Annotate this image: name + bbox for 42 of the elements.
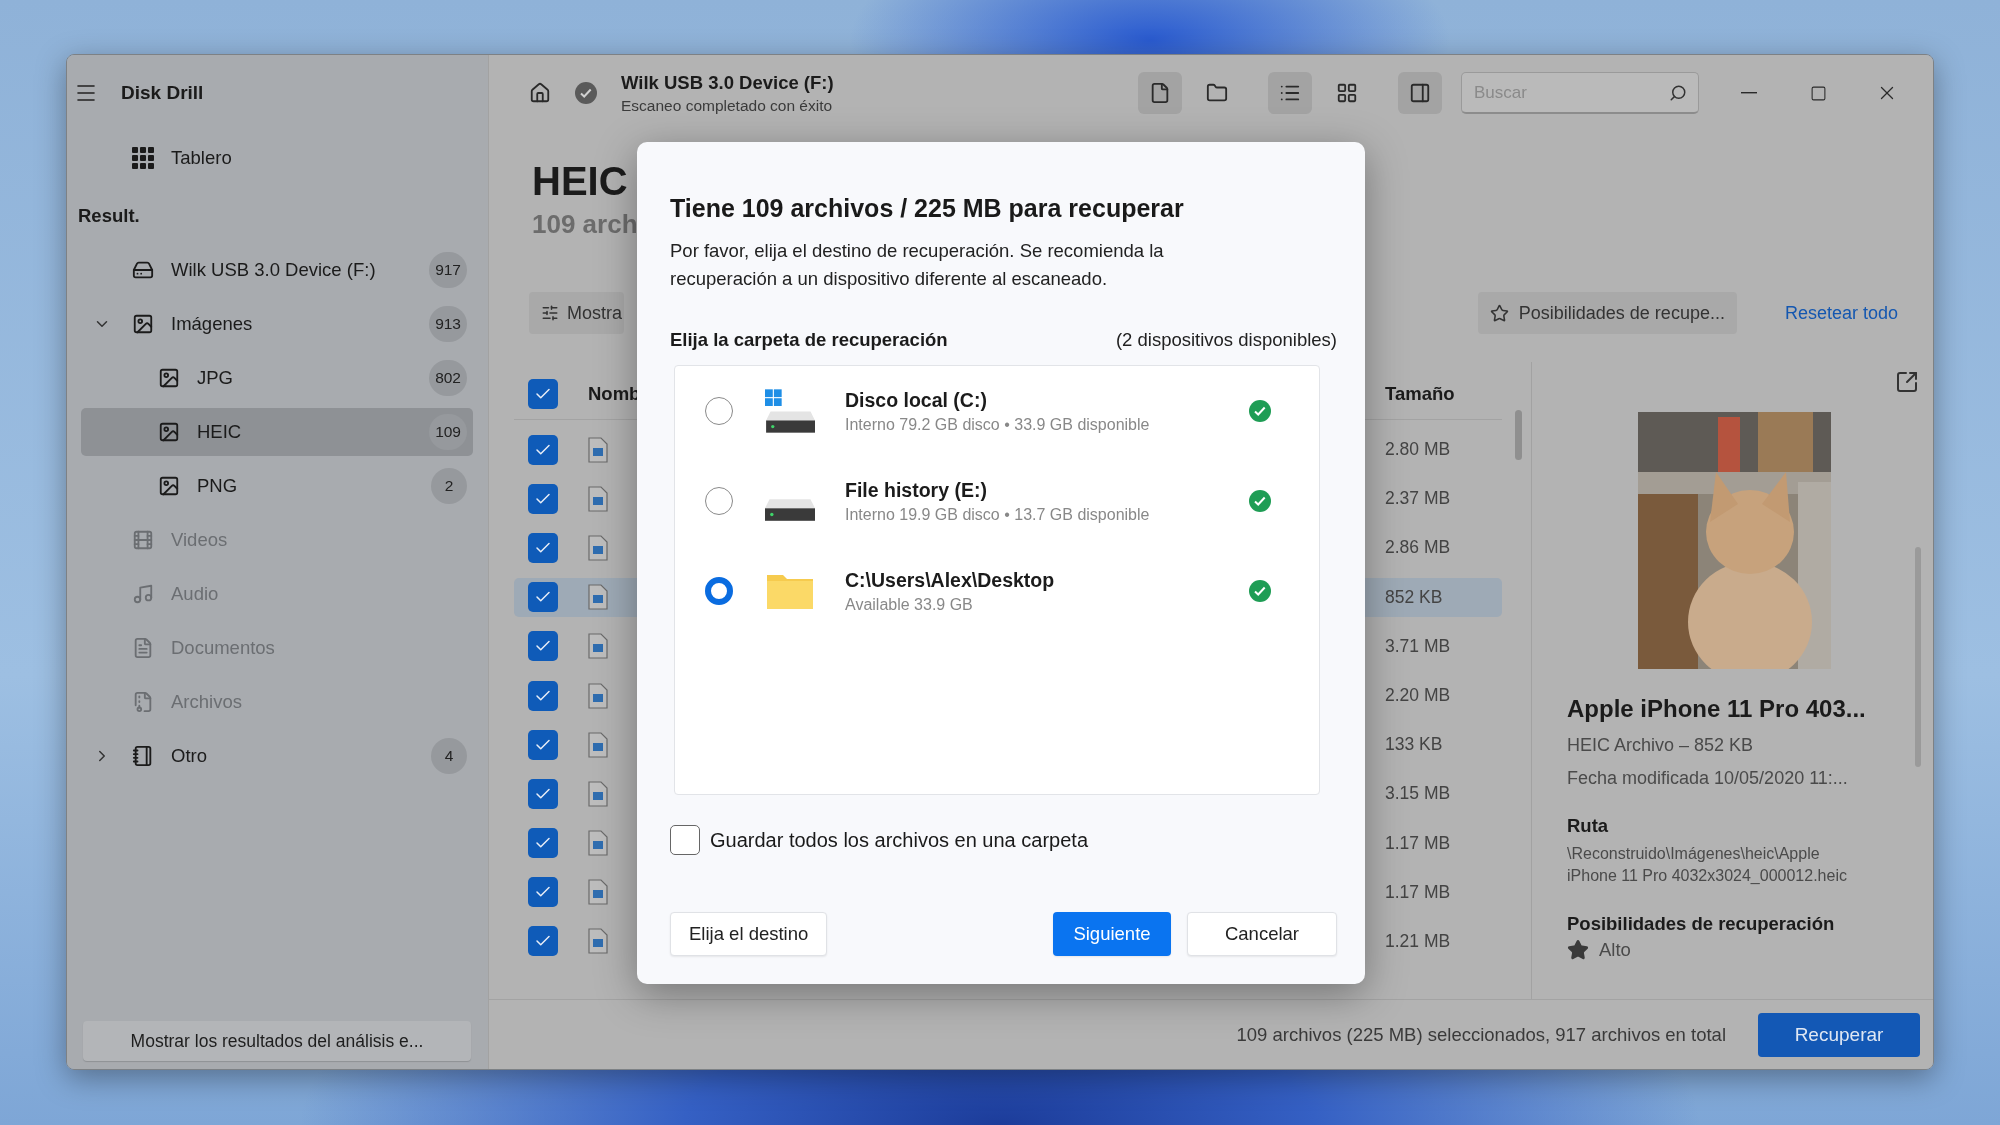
size-cell-text: 2.37 MB	[1385, 488, 1452, 510]
size-cell-text: 2.80 MB	[1385, 439, 1452, 461]
file-title: Apple iPhone 11 Pro 403...	[1567, 695, 1866, 723]
path-label: Ruta	[1567, 815, 1609, 837]
chances-label: Posibilidades de recuperación	[1567, 913, 1835, 935]
count-badge: 917	[429, 252, 467, 288]
devices-available: (2 dispositivos disponibles)	[1115, 329, 1337, 351]
destination-name: File history (E:)	[845, 478, 988, 502]
file-path: \Reconstruido\Imágenes\heic\Apple iPhone 11 Pro 4032x3024_000012.heic	[1567, 844, 1848, 886]
size-cell-text: 133 KB	[1385, 734, 1444, 756]
destination-detail: Interno 79.2 GB disco • 33.9 GB disponible	[845, 415, 1151, 434]
category-title: HEIC	[532, 158, 628, 205]
count-badge: 2	[431, 468, 467, 504]
count-badge: 109	[429, 414, 467, 450]
size-cell-text: 852 KB	[1385, 586, 1444, 608]
app-title: Disk Drill	[121, 82, 204, 104]
destination-name: C:\Users\Alex\Desktop	[845, 568, 1056, 592]
count-badge: 913	[429, 306, 467, 342]
size-cell-text: 2.86 MB	[1385, 537, 1452, 559]
destination-detail: Available 33.9 GB	[845, 595, 974, 614]
file-detail: Fecha modificada 10/05/2020 11:...	[1567, 768, 1848, 789]
count-badge: 802	[429, 360, 467, 396]
scan-status: Escaneo completado con éxito	[621, 96, 834, 115]
destination-detail: Interno 19.9 GB disco • 13.7 GB disponible	[845, 505, 1151, 524]
section-label: Elija la carpeta de recuperación	[670, 329, 948, 351]
file-count: 109 arch	[532, 209, 638, 240]
selection-summary: 109 archivos (225 MB) seleccionados, 917 archivos en total	[1236, 1023, 1726, 1046]
device-title: Wilk USB 3.0 Device (F:)	[621, 71, 835, 94]
size-cell-text: 3.71 MB	[1385, 635, 1452, 657]
dialog-title: Tiene 109 archivos / 225 MB para recuperar	[670, 194, 1185, 223]
file-detail: HEIC Archivo – 852 KB	[1567, 735, 1754, 756]
checkbox-label: Guardar todos los archivos en una carpeta	[710, 828, 1088, 852]
size-cell-text: 2.20 MB	[1385, 685, 1452, 707]
size-cell-text: 1.21 MB	[1385, 930, 1452, 952]
destination-name: Disco local (C:)	[845, 388, 988, 412]
section-heading: Result.	[77, 204, 141, 228]
dialog-description: Por favor, elija el destino de recuperación. Se recomienda la recuperación a un dispositivo diferente al escaneado.	[670, 239, 1165, 291]
size-cell-text: 1.17 MB	[1385, 881, 1452, 903]
size-cell-text: 1.17 MB	[1385, 832, 1452, 854]
chances-value: Alto	[1599, 939, 1631, 961]
size-cell-text: 3.15 MB	[1385, 783, 1452, 805]
count-badge: 4	[431, 738, 467, 774]
